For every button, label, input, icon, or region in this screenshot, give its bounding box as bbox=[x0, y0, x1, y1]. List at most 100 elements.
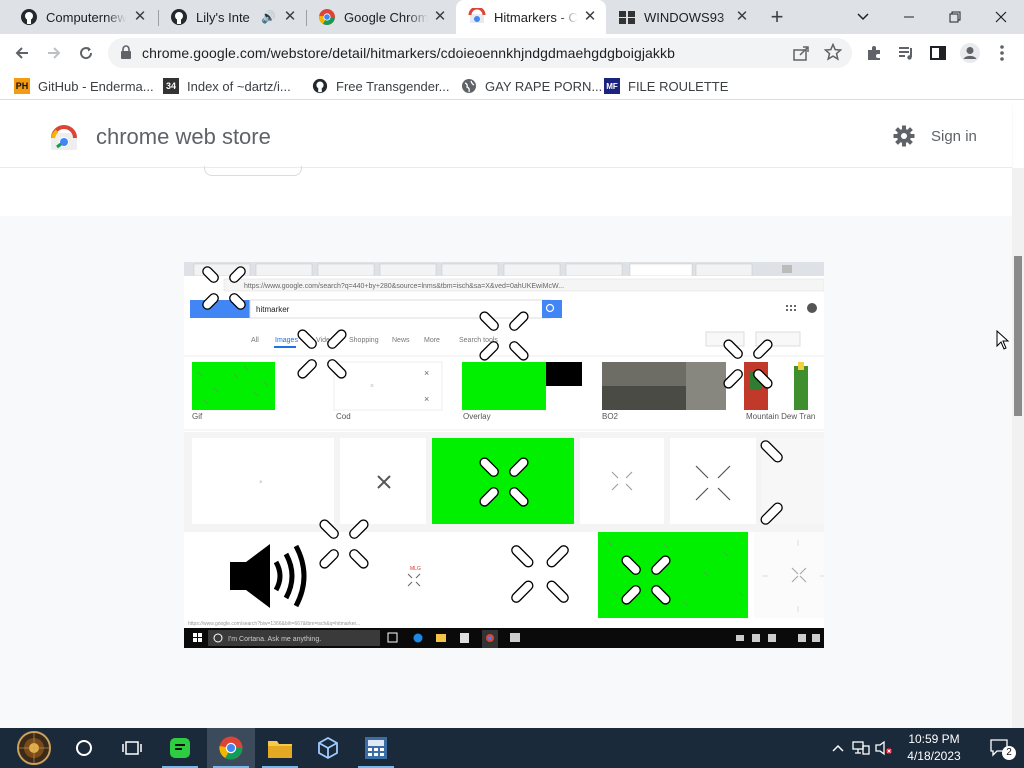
new-tab-button[interactable]: + bbox=[764, 6, 790, 30]
bookmark-label: Index of ~dartz/i... bbox=[187, 78, 291, 94]
arrow-left-icon bbox=[15, 47, 28, 59]
tab-title: Computernewb bbox=[46, 9, 126, 25]
close-tab-icon[interactable]: ✕ bbox=[432, 9, 448, 25]
close-tab-icon[interactable]: ✕ bbox=[582, 9, 598, 25]
tab-windows93[interactable]: WINDOWS93 ✕ bbox=[606, 0, 758, 34]
mf-icon: MF bbox=[604, 78, 620, 94]
tab-computernewb[interactable]: Computernewb ✕ bbox=[8, 0, 156, 34]
clock-date: 4/18/2023 bbox=[907, 749, 961, 763]
inner-filter: All bbox=[251, 337, 259, 344]
bookmark-github-enderman[interactable]: PH GitHub - Enderma... bbox=[14, 76, 154, 96]
share-icon[interactable] bbox=[792, 44, 810, 67]
minimize-button[interactable] bbox=[886, 0, 932, 34]
chrome-icon bbox=[318, 8, 336, 26]
bookmark-label: GAY RAPE PORN... bbox=[485, 78, 603, 94]
forward-button[interactable] bbox=[40, 39, 68, 67]
chip-label: Cod bbox=[336, 412, 351, 421]
url-text[interactable]: chrome.google.com/webstore/detail/hitmar… bbox=[142, 45, 675, 61]
svg-text:×: × bbox=[259, 480, 263, 486]
network-icon[interactable] bbox=[850, 728, 872, 768]
chrome-web-store-icon bbox=[468, 6, 486, 26]
chip-label: Mountain Dew Tran bbox=[746, 412, 815, 421]
close-tab-icon[interactable]: ✕ bbox=[282, 9, 298, 25]
calculator-app-icon[interactable] bbox=[352, 728, 400, 768]
chrome-web-store-logo-icon[interactable] bbox=[50, 125, 78, 156]
windows93-icon bbox=[618, 8, 636, 26]
chip-label: Overlay bbox=[463, 412, 491, 421]
svg-text:×: × bbox=[424, 368, 429, 378]
tab-title: Hitmarkers - C bbox=[494, 9, 578, 25]
audio-playing-icon[interactable]: 🔊 bbox=[261, 10, 276, 24]
profile-avatar-icon[interactable] bbox=[956, 39, 984, 67]
windows-taskbar: 10:59 PM 4/18/2023 2 bbox=[0, 728, 1024, 768]
taskbar-clock[interactable]: 10:59 PM 4/18/2023 bbox=[890, 731, 978, 765]
bookmark-label: GitHub - Enderma... bbox=[38, 78, 154, 94]
extensions-icon[interactable] bbox=[860, 39, 888, 67]
file-explorer-icon[interactable] bbox=[256, 728, 304, 768]
notification-count-badge: 2 bbox=[1002, 746, 1016, 760]
close-tab-icon[interactable]: ✕ bbox=[734, 9, 750, 25]
mouse-cursor-icon bbox=[996, 329, 1010, 355]
svg-text:MLG: MLG bbox=[410, 566, 421, 572]
address-bar[interactable]: chrome.google.com/webstore/detail/hitmar… bbox=[108, 38, 852, 68]
reload-button[interactable] bbox=[72, 39, 100, 67]
back-button[interactable] bbox=[8, 39, 36, 67]
close-tab-icon[interactable]: ✕ bbox=[132, 9, 148, 25]
globe-icon bbox=[461, 78, 477, 94]
task-view-button[interactable] bbox=[108, 728, 156, 768]
side-panel-icon[interactable] bbox=[924, 39, 952, 67]
button-edge bbox=[204, 166, 302, 176]
start-button[interactable] bbox=[6, 728, 62, 768]
kebab-menu-icon[interactable] bbox=[988, 39, 1016, 67]
store-title[interactable]: chrome web store bbox=[96, 124, 271, 150]
lock-icon[interactable] bbox=[120, 45, 132, 65]
bookmark-file-roulette[interactable]: MF FILE ROULETTE bbox=[604, 76, 728, 96]
chip-label: BO2 bbox=[602, 412, 619, 421]
inner-filter: More bbox=[424, 337, 440, 344]
browser-toolbar: chrome.google.com/webstore/detail/hitmar… bbox=[0, 34, 1024, 72]
tab-hitmarkers[interactable]: Hitmarkers - C ✕ bbox=[456, 0, 606, 34]
3d-viewer-icon[interactable] bbox=[304, 728, 352, 768]
svg-text:https://www.google.com/search?: https://www.google.com/search?biw=1366&b… bbox=[188, 621, 360, 627]
github-icon bbox=[312, 78, 328, 94]
inner-cortana: I'm Cortana. Ask me anything. bbox=[228, 636, 321, 643]
reload-icon bbox=[80, 47, 93, 60]
arrow-right-icon bbox=[48, 47, 61, 59]
restore-button[interactable] bbox=[932, 0, 978, 34]
tab-search-button[interactable] bbox=[840, 0, 886, 34]
action-center-icon[interactable]: 2 bbox=[980, 728, 1020, 768]
tab-google-chrome[interactable]: Google Chrome ✕ bbox=[306, 0, 456, 34]
bookmark-free-transgender[interactable]: Free Transgender... bbox=[312, 76, 449, 96]
inner-filter: Images bbox=[275, 337, 298, 344]
gear-icon[interactable] bbox=[893, 125, 915, 152]
ph-icon: PH bbox=[14, 78, 30, 94]
svg-text:×: × bbox=[424, 394, 429, 404]
sign-in-link[interactable]: Sign in bbox=[931, 128, 977, 145]
inner-search-text: hitmarker bbox=[256, 305, 290, 314]
bookmark-index-dartz[interactable]: 34 Index of ~dartz/i... bbox=[163, 76, 291, 96]
chat-app-icon[interactable] bbox=[156, 728, 204, 768]
github-icon bbox=[20, 8, 38, 26]
store-header: chrome web store Sign in bbox=[0, 104, 1012, 168]
bookmarks-bar: PH GitHub - Enderma... 34 Index of ~dart… bbox=[0, 72, 1024, 100]
tab-title: WINDOWS93 bbox=[644, 9, 725, 25]
bookmark-label: Free Transgender... bbox=[336, 78, 450, 94]
inner-filter: News bbox=[392, 337, 410, 344]
cortana-button[interactable] bbox=[60, 728, 108, 768]
tab-title: Google Chrome bbox=[344, 9, 428, 25]
media-controls-icon[interactable] bbox=[892, 39, 920, 67]
chrome-taskbar-icon[interactable] bbox=[207, 728, 255, 768]
tab-lilys[interactable]: Lily's Inte 🔊 ✕ bbox=[158, 0, 306, 34]
tab-title: Lily's Inte bbox=[196, 9, 250, 25]
chip-label: Gif bbox=[192, 412, 203, 421]
close-window-button[interactable] bbox=[978, 0, 1024, 34]
show-hidden-icons-icon[interactable] bbox=[828, 728, 848, 768]
bookmark-star-icon[interactable] bbox=[823, 42, 843, 66]
bookmark-label: FILE ROULETTE bbox=[628, 78, 729, 94]
scrollbar-thumb[interactable] bbox=[1014, 256, 1022, 416]
inner-filter: Shopping bbox=[349, 337, 379, 344]
page-scrollbar[interactable] bbox=[1012, 168, 1024, 728]
extension-screenshot[interactable]: https://www.google.com/search?q=440+by+2… bbox=[184, 262, 824, 648]
bookmark-globe[interactable]: GAY RAPE PORN... bbox=[461, 76, 602, 96]
github-icon bbox=[170, 8, 188, 26]
